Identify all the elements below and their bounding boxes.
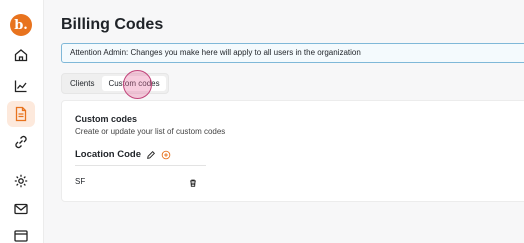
location-code-heading: Location Code (75, 149, 141, 160)
window-icon[interactable] (12, 227, 30, 243)
tab-bar: Clients Custom codes (61, 73, 169, 94)
pencil-icon[interactable] (145, 149, 156, 160)
brand-logo[interactable]: b. (10, 14, 32, 36)
main-content: Billing Codes Attention Admin: Changes y… (44, 0, 524, 243)
custom-codes-card: Custom codes Create or update your list … (61, 100, 524, 202)
chart-icon[interactable] (12, 77, 30, 95)
admin-banner: Attention Admin: Changes you make here w… (61, 43, 524, 63)
card-subtitle: Create or update your list of custom cod… (75, 127, 226, 136)
plus-circle-icon[interactable] (160, 149, 171, 160)
link-icon[interactable] (12, 133, 30, 151)
trash-icon[interactable] (188, 175, 199, 187)
section-divider (75, 165, 206, 166)
location-code-value: SF (75, 177, 86, 186)
home-icon[interactable] (12, 46, 30, 64)
gear-icon[interactable] (12, 172, 30, 190)
tab-clients[interactable]: Clients (64, 76, 100, 91)
page-title: Billing Codes (61, 16, 164, 33)
mail-icon[interactable] (12, 200, 30, 218)
sidebar: b. (0, 0, 44, 243)
document-icon[interactable] (7, 101, 35, 127)
card-title: Custom codes (75, 114, 138, 124)
tab-custom-codes[interactable]: Custom codes (102, 76, 166, 91)
